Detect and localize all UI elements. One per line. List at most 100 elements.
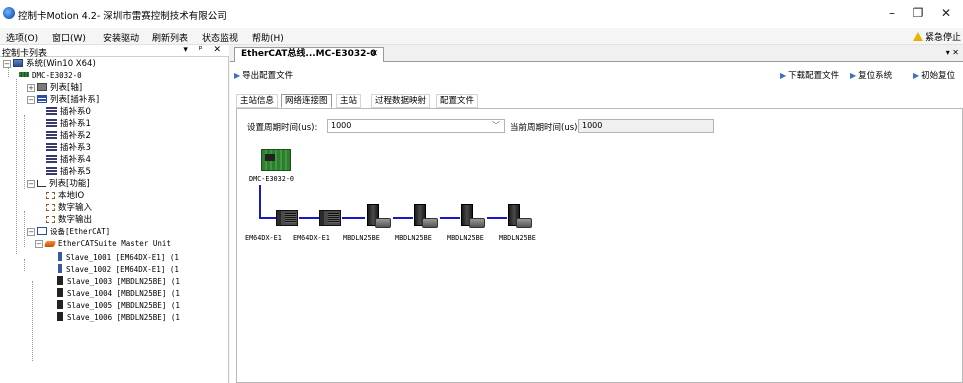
tree-item-slave-1006[interactable]: Slave_1006 [MBDLN25BE] (1 <box>55 312 180 324</box>
menu-install-driver[interactable]: 安装驱动 <box>103 31 139 44</box>
menu-refresh-list[interactable]: 刷新列表 <box>152 31 188 44</box>
tree-item-slave-1003[interactable]: Slave_1003 [MBDLN25BE] (1 <box>55 276 180 288</box>
menu-options[interactable]: 选项(O) <box>6 31 38 44</box>
interpolation-icon <box>46 167 57 175</box>
slave-device-1[interactable] <box>276 210 298 226</box>
axis-icon <box>37 83 47 91</box>
reset-system-button[interactable]: ▶ 复位系统 <box>850 69 892 81</box>
main-content: ▶ 导出配置文件 ▶ 下载配置文件 ▶ 复位系统 ▶ 初始复位 主站信息 网络连接图 主… <box>230 62 963 383</box>
current-cycle-value: 1000 <box>578 119 714 133</box>
play-icon: ▶ <box>850 71 857 80</box>
config-toolbar: ▶ 导出配置文件 ▶ 下载配置文件 ▶ 复位系统 ▶ 初始复位 <box>230 67 963 83</box>
tab-master[interactable]: 主站 <box>336 94 362 108</box>
servo-drive-icon <box>57 276 63 285</box>
tree-item-interp-4[interactable]: 插补系4 <box>46 154 91 166</box>
function-icon <box>37 180 46 187</box>
tree-item-slave-1005[interactable]: Slave_1005 [MBDLN25BE] (1 <box>55 300 180 312</box>
network-link <box>440 217 460 219</box>
tree-line <box>32 281 33 361</box>
master-unit-icon <box>43 241 57 247</box>
tree-line <box>24 211 25 247</box>
set-cycle-select[interactable]: 1000 ﹀ <box>327 119 505 133</box>
tab-process-data-mapping[interactable]: 过程数据映射 <box>371 94 431 108</box>
device-icon <box>37 227 47 235</box>
tree-item-interp-list[interactable]: − 列表[插补系] <box>27 94 99 106</box>
collapse-icon[interactable]: − <box>3 60 11 68</box>
collapse-icon[interactable]: − <box>27 180 35 188</box>
menu-status-monitor[interactable]: 状态监视 <box>202 31 238 44</box>
collapse-icon[interactable]: − <box>35 240 43 248</box>
window-title: 控制卡Motion 4.2- 深圳市雷赛控制技术有限公司 <box>18 11 227 22</box>
interpolation-icon <box>46 143 57 151</box>
tree-item-local-io[interactable]: 本地IO <box>46 190 84 202</box>
tree-item-interp-1[interactable]: 插补系1 <box>46 118 91 130</box>
tab-label: EtherCAT总线...MC-E3032-0 <box>241 49 377 59</box>
slave-label-4: MBDLN25BE <box>395 234 432 242</box>
export-config-label: 导出配置文件 <box>242 71 294 81</box>
computer-icon <box>13 59 23 67</box>
collapse-icon[interactable]: − <box>27 228 35 236</box>
io-icon <box>46 192 55 199</box>
expand-icon[interactable]: + <box>27 84 35 92</box>
tree-item-slave-1004[interactable]: Slave_1004 [MBDLN25BE] (1 <box>55 288 180 300</box>
servo-motor-image <box>422 218 438 228</box>
tree-item-card[interactable]: DMC-E3032-0 <box>19 70 82 82</box>
menu-window[interactable]: 窗口(W) <box>52 31 86 44</box>
emergency-stop-button[interactable]: 紧急停止 <box>912 30 961 43</box>
slave-label-2: EM64DX-E1 <box>293 234 330 242</box>
servo-motor-image <box>375 218 391 228</box>
tree-item-interp-3[interactable]: 插补系3 <box>46 142 91 154</box>
tree-item-slave-1002[interactable]: Slave_1002 [EM64DX-E1] (1 <box>55 264 179 276</box>
play-icon: ▶ <box>913 71 920 80</box>
app-icon <box>3 7 15 19</box>
io-module-icon <box>58 252 62 261</box>
init-reset-button[interactable]: ▶ 初始复位 <box>913 69 955 81</box>
play-icon: ▶ <box>234 71 241 80</box>
tab-network-diagram[interactable]: 网络连接图 <box>281 94 332 108</box>
network-diagram-panel: 设置周期时间(us): 1000 ﹀ 当前周期时间(us): 1000 DMC-… <box>236 108 963 383</box>
network-link <box>259 217 277 219</box>
close-tab-icon[interactable]: ✕ <box>370 48 378 61</box>
tree-item-system[interactable]: − 系统(Win10 X64) <box>3 58 96 70</box>
tree-item-master-unit[interactable]: − EtherCATSuite Master Unit <box>35 238 171 250</box>
download-config-button[interactable]: ▶ 下载配置文件 <box>780 69 839 81</box>
interpolation-icon <box>46 107 57 115</box>
menu-help[interactable]: 帮助(H) <box>252 31 284 44</box>
servo-motor-image <box>469 218 485 228</box>
tree-item-interp-0[interactable]: 插补系0 <box>46 106 91 118</box>
tab-master-info[interactable]: 主站信息 <box>236 94 279 108</box>
controller-board-image[interactable] <box>261 149 291 171</box>
tree-item-slave-1001[interactable]: Slave_1001 [EM64DX-E1] (1 <box>55 252 179 264</box>
network-link <box>342 217 365 219</box>
tab-dropdown-icon[interactable]: ▾ ✕ <box>946 48 959 57</box>
emergency-stop-label: 紧急停止 <box>924 33 961 43</box>
close-button[interactable]: ✕ <box>932 4 960 22</box>
tree-line <box>24 259 25 271</box>
menu-bar: 选项(O) 窗口(W) 安装驱动 刷新列表 状态监视 帮助(H) 紧急停止 <box>0 28 963 45</box>
tree-item-function-list[interactable]: − 列表[功能] <box>27 178 90 190</box>
collapse-icon[interactable]: − <box>27 96 35 104</box>
list-icon <box>37 95 47 103</box>
tab-config-file[interactable]: 配置文件 <box>436 94 479 108</box>
export-config-button[interactable]: ▶ 导出配置文件 <box>234 69 293 81</box>
slave-device-2[interactable] <box>319 210 341 226</box>
play-icon: ▶ <box>780 71 787 80</box>
slave-label-1: EM64DX-E1 <box>245 234 282 242</box>
network-link <box>487 217 507 219</box>
io-icon <box>46 204 55 211</box>
io-module-icon <box>58 264 62 273</box>
tree-item-interp-2[interactable]: 插补系2 <box>46 130 91 142</box>
maximize-button[interactable]: ❐ <box>904 4 932 22</box>
tree-item-digital-input[interactable]: 数字输入 <box>46 202 92 214</box>
panel-controls[interactable]: ▾ ᵖ ✕ <box>183 45 225 55</box>
tree-item-digital-output[interactable]: 数字输出 <box>46 214 92 226</box>
minimize-button[interactable]: – <box>878 4 906 22</box>
network-link <box>393 217 413 219</box>
panel-header: 控制卡列表 ▾ ᵖ ✕ <box>0 45 229 59</box>
current-cycle-label: 当前周期时间(us): <box>510 123 581 133</box>
tree-item-interp-5[interactable]: 插补系5 <box>46 166 91 178</box>
tab-ethercat-bus[interactable]: EtherCAT总线...MC-E3032-0 ✕ <box>234 47 384 62</box>
tree-item-ethercat-devices[interactable]: − 设备[EtherCAT] <box>27 226 110 238</box>
tree-item-axis-list[interactable]: + 列表[轴] <box>27 82 82 94</box>
servo-motor-image <box>516 218 532 228</box>
